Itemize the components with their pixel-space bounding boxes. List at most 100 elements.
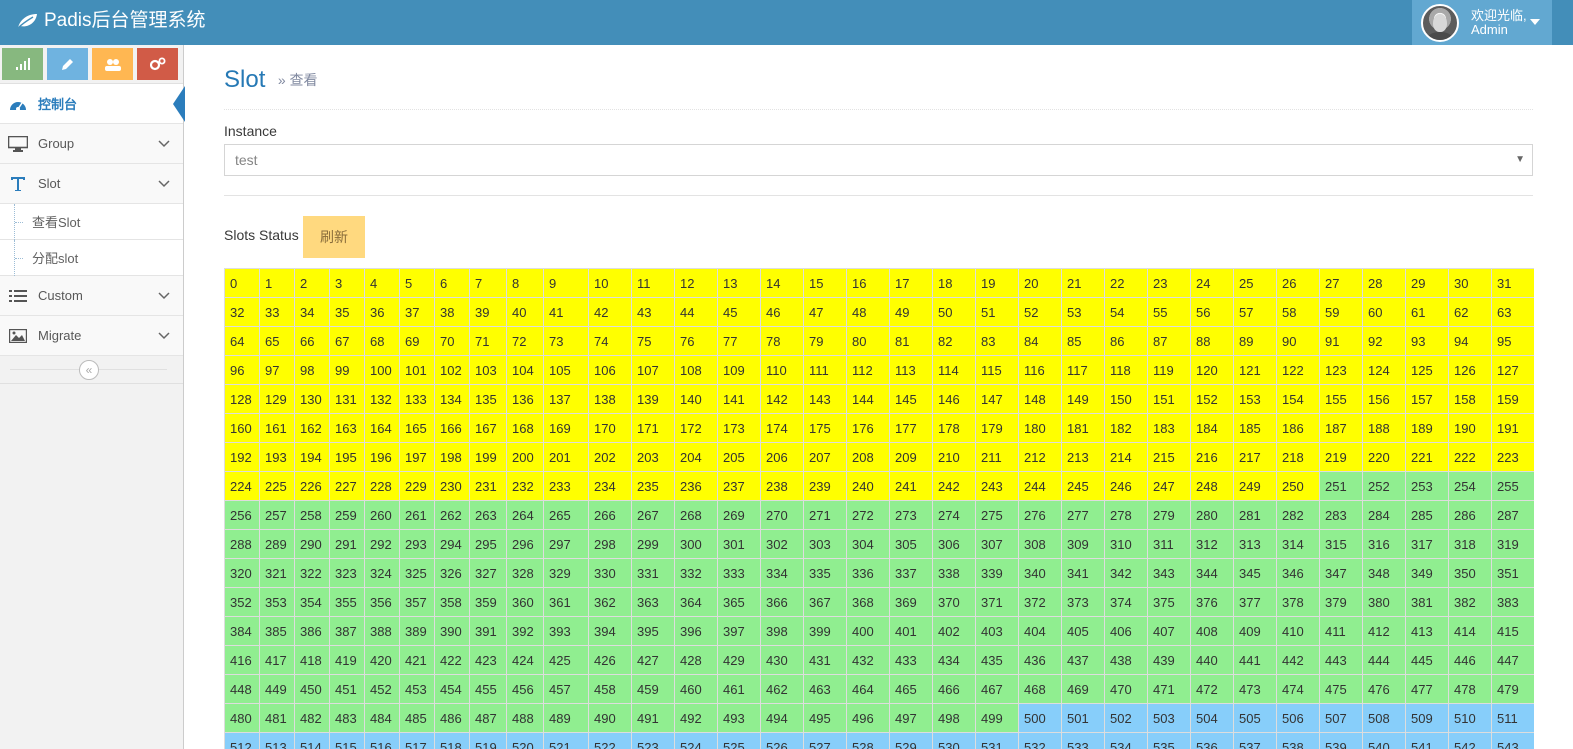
- slot-cell: 182: [1105, 414, 1148, 443]
- slot-cell: 377: [1234, 588, 1277, 617]
- slot-cell: 535: [1148, 733, 1191, 749]
- slot-cell: 219: [1320, 443, 1363, 472]
- sidebar-subitem-view-slot[interactable]: 查看Slot: [0, 204, 183, 240]
- slot-cell: 386: [295, 617, 330, 646]
- user-menu[interactable]: 欢迎光临, Admin: [1412, 0, 1552, 45]
- slot-cell: 230: [435, 472, 470, 501]
- signal-icon: [15, 58, 30, 70]
- slot-cell: 6: [435, 269, 470, 298]
- slot-cell: 105: [544, 356, 589, 385]
- slot-cell: 270: [761, 501, 804, 530]
- slot-cell: 301: [718, 530, 761, 559]
- brand[interactable]: Padis后台管理系统: [16, 9, 206, 33]
- caret-down-icon: [1530, 19, 1540, 25]
- slot-cell: 18: [933, 269, 976, 298]
- slot-cell: 40: [507, 298, 544, 327]
- sidebar-item-label: Migrate: [38, 328, 82, 343]
- sidebar-item-group[interactable]: Group: [0, 124, 183, 164]
- shortcut-users-button[interactable]: [92, 48, 133, 80]
- slot-cell: 85: [1062, 327, 1105, 356]
- slot-cell: 401: [890, 617, 933, 646]
- slot-cell: 192: [225, 443, 260, 472]
- slot-cell: 297: [544, 530, 589, 559]
- slot-cell: 456: [507, 675, 544, 704]
- slot-cell: 183: [1148, 414, 1191, 443]
- slot-cell: 19: [976, 269, 1019, 298]
- slot-cell: 410: [1277, 617, 1320, 646]
- slot-cell: 501: [1062, 704, 1105, 733]
- collapse-sidebar-button[interactable]: «: [79, 360, 99, 380]
- slot-cell: 141: [718, 385, 761, 414]
- slot-cell: 168: [507, 414, 544, 443]
- slot-cell: 289: [260, 530, 295, 559]
- slot-cell: 465: [890, 675, 933, 704]
- slot-cell: 464: [847, 675, 890, 704]
- slot-cell: 299: [632, 530, 675, 559]
- instance-select[interactable]: test ▼: [224, 144, 1533, 176]
- slot-cell: 224: [225, 472, 260, 501]
- slot-cell: 327: [470, 559, 507, 588]
- slot-cell: 107: [632, 356, 675, 385]
- sidebar-item-migrate[interactable]: Migrate: [0, 316, 183, 356]
- slot-cell: 453: [400, 675, 435, 704]
- slot-cell: 424: [507, 646, 544, 675]
- slot-cell: 443: [1320, 646, 1363, 675]
- slot-cell: 455: [470, 675, 507, 704]
- slot-cell: 235: [632, 472, 675, 501]
- slot-cell: 542: [1449, 733, 1492, 749]
- slot-cell: 367: [804, 588, 847, 617]
- slot-cell: 41: [544, 298, 589, 327]
- slot-cell: 276: [1019, 501, 1062, 530]
- slot-cell: 139: [632, 385, 675, 414]
- slot-cell: 399: [804, 617, 847, 646]
- slot-cell: 97: [260, 356, 295, 385]
- slot-cell: 73: [544, 327, 589, 356]
- slot-cell: 472: [1191, 675, 1234, 704]
- slot-cell: 265: [544, 501, 589, 530]
- slot-cell: 273: [890, 501, 933, 530]
- slot-cell: 522: [589, 733, 632, 749]
- sidebar-item-dashboard[interactable]: 控制台: [0, 84, 185, 124]
- slot-cell: 99: [330, 356, 365, 385]
- shortcut-pencil-button[interactable]: [47, 48, 88, 80]
- sidebar-item-slot[interactable]: Slot: [0, 164, 183, 204]
- slot-cell: 13: [718, 269, 761, 298]
- slot-cell: 485: [400, 704, 435, 733]
- slot-cell: 509: [1406, 704, 1449, 733]
- slot-cell: 66: [295, 327, 330, 356]
- slot-cell: 488: [507, 704, 544, 733]
- slot-cell: 371: [976, 588, 1019, 617]
- shortcut-signal-button[interactable]: [2, 48, 43, 80]
- slot-cell: 133: [400, 385, 435, 414]
- slot-cell: 510: [1449, 704, 1492, 733]
- slot-cell: 72: [507, 327, 544, 356]
- shortcut-cogs-button[interactable]: [137, 48, 178, 80]
- refresh-button[interactable]: 刷新: [303, 216, 365, 258]
- slot-cell: 77: [718, 327, 761, 356]
- slot-cell: 5: [400, 269, 435, 298]
- slot-cell: 153: [1234, 385, 1277, 414]
- slot-cell: 320: [225, 559, 260, 588]
- slot-cell: 208: [847, 443, 890, 472]
- slot-cell: 422: [435, 646, 470, 675]
- slot-cell: 477: [1406, 675, 1449, 704]
- slot-cell: 42: [589, 298, 632, 327]
- sidebar-subitem-assign-slot[interactable]: 分配slot: [0, 240, 183, 276]
- slot-cell: 259: [330, 501, 365, 530]
- slot-cell: 174: [761, 414, 804, 443]
- slot-cell: 529: [890, 733, 933, 749]
- slot-cell: 191: [1492, 414, 1534, 443]
- slot-cell: 460: [675, 675, 718, 704]
- page-header: Slot » 查看: [224, 66, 1533, 110]
- sidebar-item-custom[interactable]: Custom: [0, 276, 183, 316]
- slot-cell: 271: [804, 501, 847, 530]
- slot-cell: 507: [1320, 704, 1363, 733]
- slot-cell: 531: [976, 733, 1019, 749]
- slot-cell: 166: [435, 414, 470, 443]
- slot-cell: 442: [1277, 646, 1320, 675]
- slot-cell: 39: [470, 298, 507, 327]
- slot-cell: 527: [804, 733, 847, 749]
- slot-cell: 221: [1406, 443, 1449, 472]
- slot-cell: 324: [365, 559, 400, 588]
- slot-cell: 360: [507, 588, 544, 617]
